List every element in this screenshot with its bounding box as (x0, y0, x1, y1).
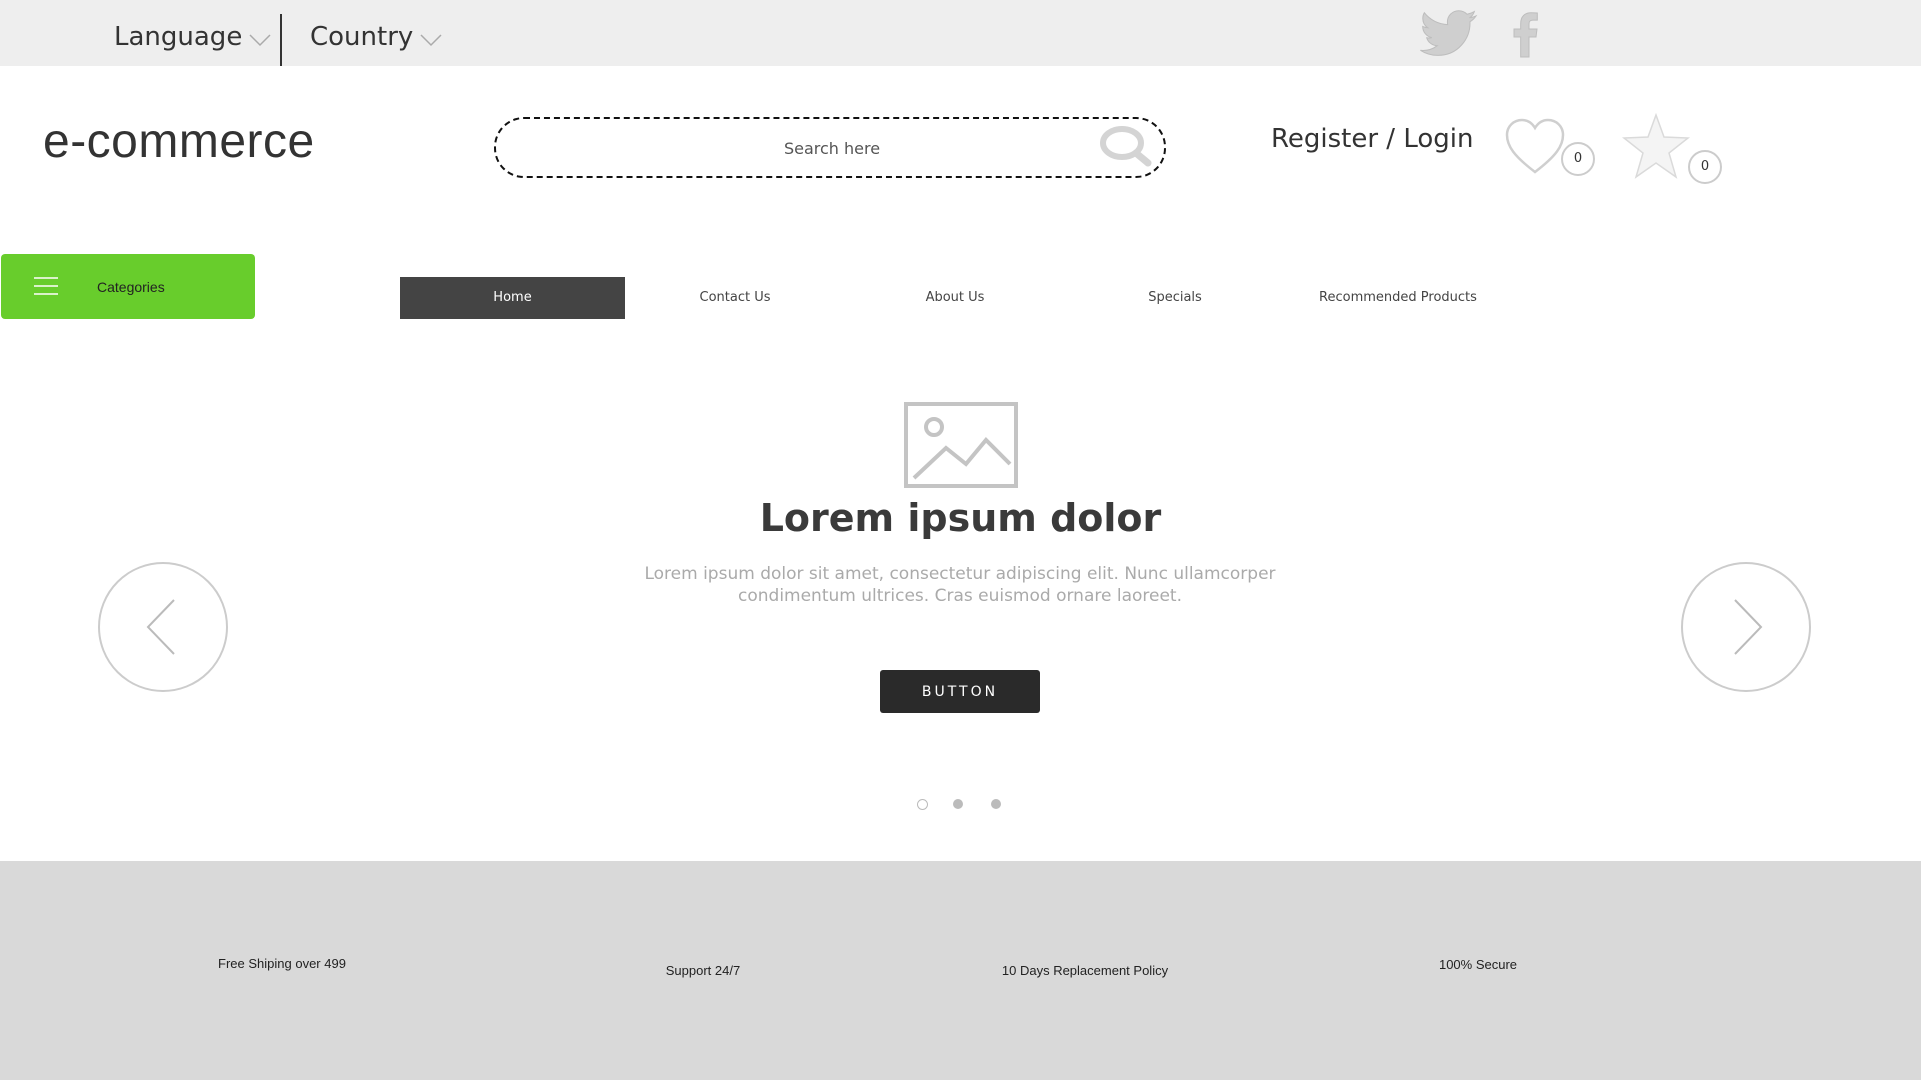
carousel-dot-1[interactable] (917, 799, 928, 810)
search-box (494, 117, 1168, 178)
hamburger-menu-icon (34, 277, 58, 295)
country-label: Country (310, 22, 414, 52)
categories-button[interactable]: Categories (1, 254, 255, 319)
star-icon[interactable] (1622, 113, 1690, 179)
carousel-next-button[interactable] (1681, 562, 1811, 692)
feature-secure: 100% Secure (1438, 957, 1518, 972)
feature-support: Support 24/7 (665, 963, 741, 978)
chevron-down-icon (249, 34, 271, 47)
language-select[interactable]: Language (114, 22, 272, 52)
carousel-prev-button[interactable] (98, 562, 228, 692)
categories-label: Categories (97, 279, 165, 295)
facebook-icon[interactable] (1505, 10, 1543, 58)
hero-title: Lorem ipsum dolor (759, 496, 1162, 540)
country-select[interactable]: Country (310, 22, 443, 52)
carousel-dot-3[interactable] (991, 799, 1001, 809)
hero-button[interactable]: BUTTON (880, 670, 1040, 713)
favorites-count-badge: 0 (1688, 150, 1722, 184)
chevron-down-icon (420, 34, 442, 47)
image-placeholder-icon (904, 402, 1018, 488)
top-bar: Language Country (0, 0, 1921, 66)
carousel-dot-2[interactable] (953, 799, 963, 809)
topbar-divider (280, 14, 282, 66)
chevron-right-icon (1734, 599, 1763, 655)
hero-description: Lorem ipsum dolor sit amet, consectetur … (644, 564, 1276, 606)
feature-free-shipping: Free Shiping over 499 (218, 956, 346, 971)
nav-item-home[interactable]: Home (400, 277, 625, 319)
nav-item-about-us[interactable]: About Us (880, 277, 1030, 319)
nav-item-contact-us[interactable]: Contact Us (660, 277, 810, 319)
site-logo[interactable]: e-commerce (43, 114, 315, 169)
wishlist-count-badge: 0 (1561, 142, 1595, 176)
register-login-link[interactable]: Register / Login (1271, 124, 1473, 154)
nav-item-specials[interactable]: Specials (1100, 277, 1250, 319)
search-input[interactable] (496, 119, 1168, 178)
language-label: Language (114, 22, 243, 52)
twitter-icon[interactable] (1420, 10, 1478, 60)
heart-icon[interactable] (1504, 118, 1566, 176)
nav-item-recommended-products[interactable]: Recommended Products (1298, 277, 1498, 319)
feature-replacement-policy: 10 Days Replacement Policy (1001, 963, 1169, 978)
chevron-left-icon (146, 599, 175, 655)
search-icon[interactable] (1098, 123, 1154, 169)
